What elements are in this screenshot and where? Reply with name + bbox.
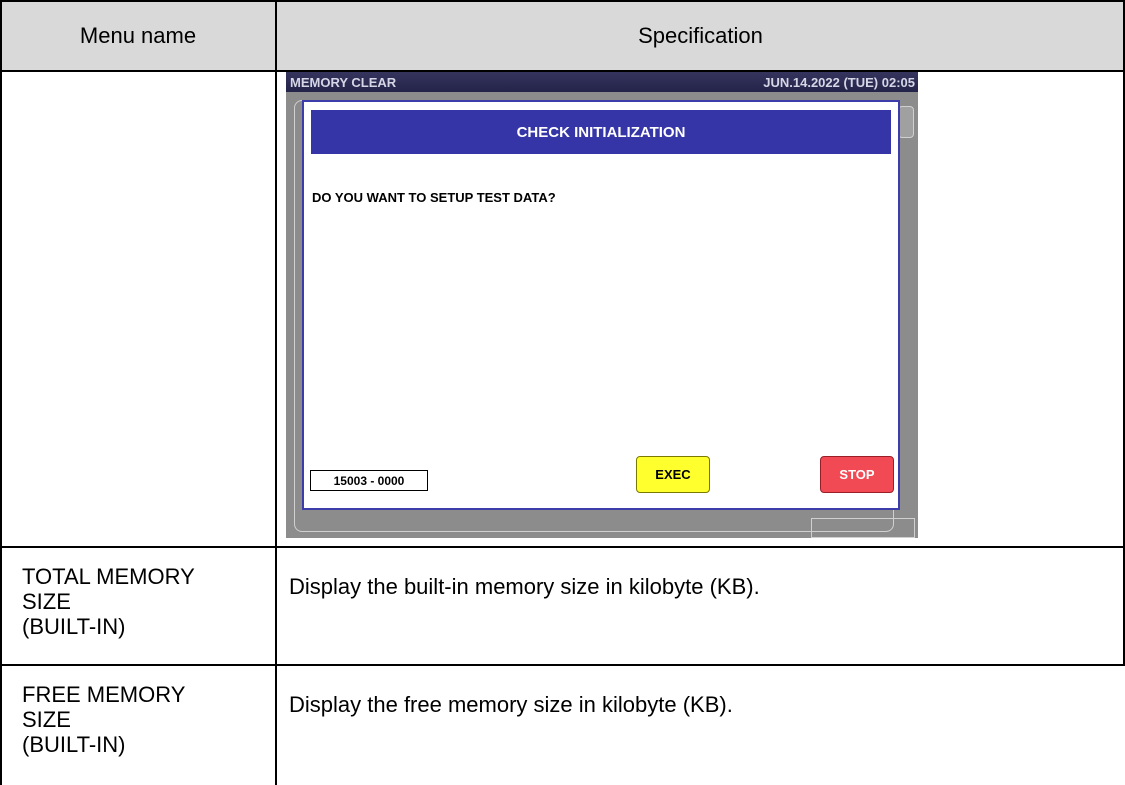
header-menu-name-label: Menu name bbox=[79, 22, 197, 48]
check-initialization-dialog: CHECK INITIALIZATION DO YOU WANT TO SETU… bbox=[302, 100, 900, 510]
device-screen: MEMORY CLEAR JUN.14.2022 (TUE) 02:05 CHE… bbox=[286, 72, 918, 538]
table-border-top bbox=[0, 0, 1125, 2]
dialog-title: CHECK INITIALIZATION bbox=[311, 110, 891, 154]
header-menu-name: Menu name bbox=[0, 0, 276, 71]
stop-button[interactable]: STOP bbox=[820, 456, 894, 493]
background-status-box bbox=[811, 518, 915, 538]
screen-titlebar: MEMORY CLEAR JUN.14.2022 (TUE) 02:05 bbox=[286, 72, 918, 92]
exec-button[interactable]: EXEC bbox=[636, 456, 710, 493]
row-specification: Display the built-in memory size in kilo… bbox=[289, 574, 760, 599]
background-side-tab bbox=[898, 106, 914, 138]
header-specification: Specification bbox=[276, 0, 1125, 71]
screen-title: MEMORY CLEAR bbox=[290, 75, 397, 90]
header-specification-label: Specification bbox=[638, 22, 763, 48]
message-code: 15003 - 0000 bbox=[310, 470, 428, 491]
screen-datetime: JUN.14.2022 (TUE) 02:05 bbox=[763, 75, 915, 90]
row-menu-name: TOTAL MEMORY SIZE (BUILT-IN) bbox=[22, 564, 195, 639]
dialog-message: DO YOU WANT TO SETUP TEST DATA? bbox=[312, 190, 556, 205]
row-menu-name: FREE MEMORY SIZE (BUILT-IN) bbox=[22, 682, 186, 757]
row-specification: Display the free memory size in kilobyte… bbox=[289, 692, 733, 717]
table-row bbox=[2, 72, 275, 546]
